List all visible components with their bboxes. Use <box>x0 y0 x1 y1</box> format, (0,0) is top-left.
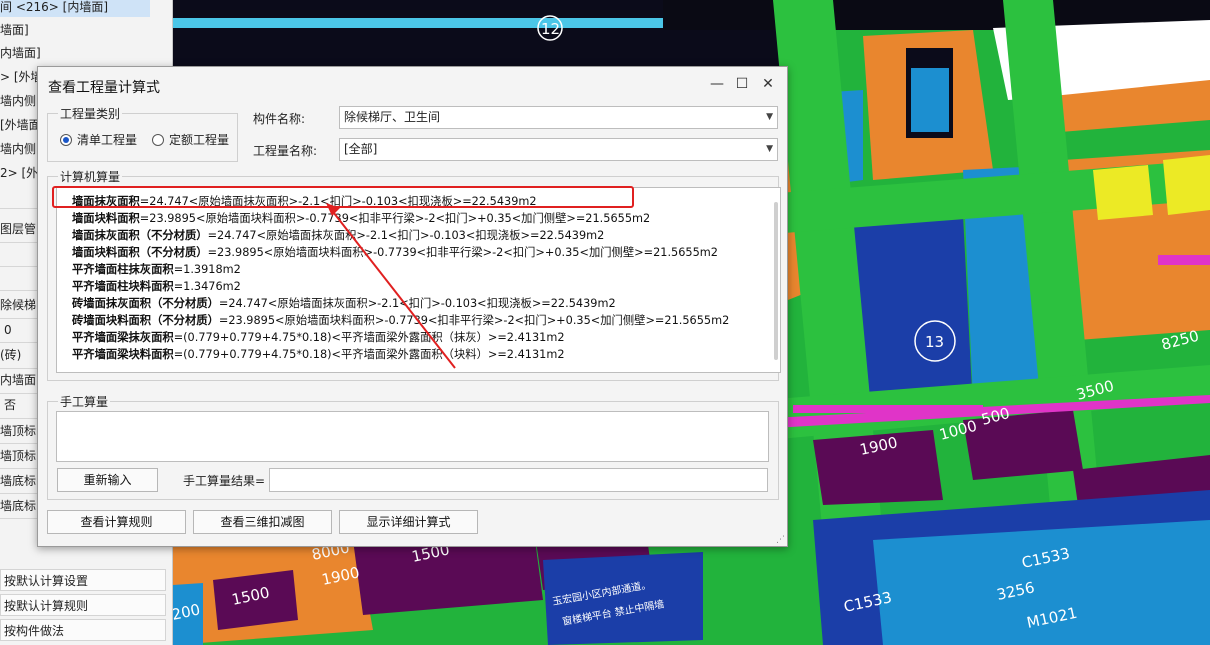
quantity-type-group: 工程量类别 清单工程量 定额工程量 <box>47 105 238 162</box>
tree-item[interactable]: 2> [外 <box>0 163 38 183</box>
component-name-label: 构件名称: <box>253 112 306 126</box>
calc-line[interactable]: 砖墙面抹灰面积（不分材质）=24.747<原始墙面抹灰面积>-2.1<扣门>-0… <box>72 295 616 311</box>
chevron-down-icon: ▼ <box>766 112 773 122</box>
axis-label: 12 <box>541 20 560 38</box>
quantity-type-legend: 工程量类别 <box>58 105 123 122</box>
view-3d-deduction-button[interactable]: 查看三维扣减图 <box>193 510 332 534</box>
quantity-name-select[interactable]: [全部] ▼ <box>339 138 778 161</box>
manual-calc-legend: 手工算量 <box>58 393 111 410</box>
calc-formula-dialog: 查看工程量计算式 — ☐ ✕ 工程量类别 清单工程量 定额工程量 构件名称: 除… <box>37 66 788 547</box>
minimize-icon[interactable]: — <box>705 73 729 95</box>
radio-label: 清单工程量 <box>77 133 138 147</box>
tree-item[interactable]: 内墙面] <box>0 43 41 63</box>
calc-line[interactable]: 墙面抹灰面积（不分材质）=24.747<原始墙面抹灰面积>-2.1<扣门>-0.… <box>72 227 604 243</box>
property-value[interactable]: 内墙面 <box>0 370 36 390</box>
default-calc-rules-button[interactable]: 按默认计算规则 <box>0 594 166 616</box>
annotation-highlight-box <box>52 186 634 208</box>
default-calc-settings-button[interactable]: 按默认计算设置 <box>0 569 166 591</box>
close-icon[interactable]: ✕ <box>756 73 780 95</box>
property-value[interactable]: 墙底标 <box>0 471 36 491</box>
vertical-scrollbar[interactable] <box>774 202 778 360</box>
calc-line[interactable]: 墙面块料面积=23.9895<原始墙面块料面积>-0.7739<扣非平行梁>-2… <box>72 210 650 226</box>
layer-manager-tab[interactable]: 图层管 <box>0 219 36 239</box>
radio-bill-quantity[interactable]: 清单工程量 <box>60 131 137 148</box>
radio-label: 定额工程量 <box>169 133 230 147</box>
component-name-value: 除候梯厅、卫生间 <box>344 110 441 124</box>
component-method-button[interactable]: 按构件做法 <box>0 619 166 641</box>
tree-item[interactable]: [外墙面 <box>0 115 41 135</box>
maximize-icon[interactable]: ☐ <box>730 73 754 95</box>
property-value[interactable]: 墙顶标 <box>0 421 36 441</box>
reenter-button[interactable]: 重新输入 <box>57 468 158 492</box>
tree-item[interactable]: 墙内侧 <box>0 91 36 111</box>
view-calc-rules-button[interactable]: 查看计算规则 <box>47 510 186 534</box>
axis-label: 13 <box>925 333 944 351</box>
radio-unselected-icon <box>152 133 164 146</box>
tree-item[interactable]: 墙内侧 <box>0 139 36 159</box>
calc-line[interactable]: 平齐墙面梁抹灰面积=(0.779+0.779+4.75*0.18)<平齐墙面梁外… <box>72 329 565 345</box>
show-detailed-formula-button[interactable]: 显示详细计算式 <box>339 510 478 534</box>
quantity-name-value: [全部] <box>344 142 378 156</box>
radio-quota-quantity[interactable]: 定额工程量 <box>152 131 229 148</box>
manual-calc-group: 手工算量 重新输入 手工算量结果= <box>47 393 779 500</box>
component-name-select[interactable]: 除候梯厅、卫生间 ▼ <box>339 106 778 129</box>
manual-calc-input[interactable] <box>56 411 769 462</box>
property-value[interactable]: 否 <box>4 395 16 415</box>
calc-line[interactable]: 墙面块料面积（不分材质）=23.9895<原始墙面块料面积>-0.7739<扣非… <box>72 244 718 260</box>
manual-result-label: 手工算量结果= <box>183 474 266 488</box>
property-value[interactable]: (砖) <box>0 345 21 365</box>
dialog-title: 查看工程量计算式 <box>48 80 160 96</box>
calc-line[interactable]: 平齐墙面柱抹灰面积=1.3918m2 <box>72 261 241 277</box>
property-value[interactable]: 墙顶标 <box>0 446 36 466</box>
tree-item[interactable]: 间 <216> [内墙面] <box>0 0 150 17</box>
property-value[interactable]: 除候梯 <box>0 295 36 315</box>
property-value[interactable]: 0 <box>4 320 12 340</box>
calc-formula-list[interactable]: 墙面抹灰面积=24.747<原始墙面抹灰面积>-2.1<扣门>-0.103<扣现… <box>56 187 781 373</box>
calc-line[interactable]: 砖墙面块料面积（不分材质）=23.9895<原始墙面块料面积>-0.7739<扣… <box>72 312 729 328</box>
property-value[interactable]: 墙底标 <box>0 496 36 516</box>
radio-selected-icon <box>60 133 72 146</box>
manual-result-field[interactable] <box>269 468 768 492</box>
calc-line[interactable]: 平齐墙面柱块料面积=1.3476m2 <box>72 278 241 294</box>
resize-grip-icon[interactable]: ⋰ <box>776 535 785 545</box>
calc-line[interactable]: 平齐墙面梁块料面积=(0.779+0.779+4.75*0.18)<平齐墙面梁外… <box>72 346 565 362</box>
computer-calc-legend: 计算机算量 <box>58 168 123 185</box>
chevron-down-icon: ▼ <box>766 144 773 154</box>
tree-item[interactable]: 墙面] <box>0 20 29 40</box>
quantity-name-label: 工程量名称: <box>253 144 318 158</box>
